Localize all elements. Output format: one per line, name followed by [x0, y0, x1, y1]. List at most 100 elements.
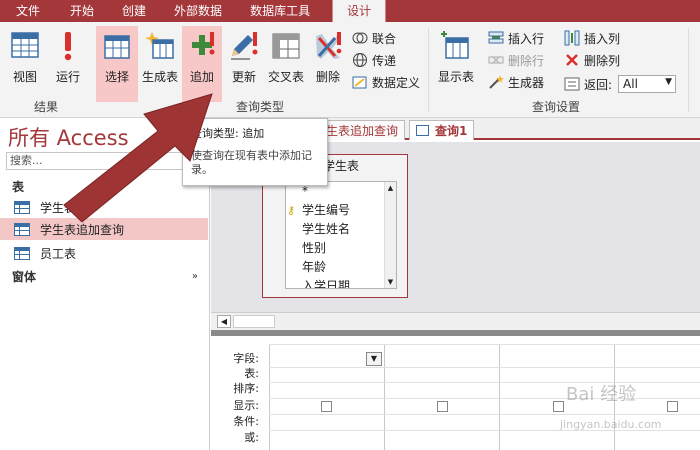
data-definition-button[interactable]: 数据定义 [352, 72, 420, 92]
ribbon: 视图 运行 选择 生成表 追加 更新 交叉表 删除 联合 传递 数据定义 显示表… [0, 22, 700, 118]
union-query-button[interactable]: 联合 [352, 28, 396, 48]
watermark-url: jingyan.baidu.com [560, 418, 662, 431]
field-item[interactable]: 性别 [286, 239, 396, 258]
select-label: 选择 [104, 70, 129, 84]
show-checkbox[interactable] [553, 401, 564, 412]
tab-file[interactable]: 文件 [0, 0, 57, 22]
run-label: 运行 [55, 70, 80, 84]
run-button[interactable]: 运行 [50, 26, 86, 102]
delete-column-button[interactable]: 删除列 [564, 50, 620, 70]
nav-section-forms-label: 窗体 [12, 269, 37, 284]
delete-column-icon [564, 52, 580, 68]
design-horizontal-scrollbar[interactable]: ◀ [211, 312, 700, 330]
doc-tab-label: 查询1 [435, 124, 468, 138]
crosstab-query-button[interactable]: 交叉表 [266, 26, 306, 102]
select-query-button[interactable]: 选择 [96, 26, 138, 102]
nav-item-append-query[interactable]: 学生表追加查询 [0, 218, 208, 240]
nav-item-label: 学生表 [40, 200, 77, 215]
insert-row-icon [488, 30, 504, 46]
builder-label: 生成器 [508, 75, 545, 90]
navigation-pane: 所有 Access 搜索... 表 学生表 学生表追加查询 员工表 窗体 » [0, 118, 210, 450]
return-label: 返回: [584, 77, 613, 92]
exclamation-icon [52, 30, 84, 62]
grid-row-label-or: 或: [244, 431, 259, 444]
update-label: 更新 [231, 70, 256, 84]
ribbon-separator [428, 28, 429, 112]
append-tooltip: 查询类型: 追加 使查询在现有表中添加记录。 [182, 118, 328, 186]
show-checkbox[interactable] [667, 401, 678, 412]
pencil-icon [228, 30, 260, 62]
scroll-thumb[interactable] [233, 315, 275, 328]
grid-row-divider [269, 414, 700, 415]
doc-tab-query1[interactable]: 查询1 [409, 120, 475, 140]
delete-x-icon [312, 30, 344, 62]
nav-section-tables[interactable]: 表 [0, 176, 210, 196]
grid-row-divider [269, 367, 700, 368]
return-value: All [623, 77, 638, 91]
crosstab-label: 交叉表 [267, 70, 304, 84]
data-definition-label: 数据定义 [372, 75, 421, 90]
builder-button[interactable]: 生成器 [488, 72, 544, 92]
delete-row-label: 删除行 [508, 53, 545, 68]
globe-icon [352, 52, 368, 68]
scroll-up-icon[interactable]: ▲ [385, 182, 396, 194]
delete-row-button[interactable]: 删除行 [488, 50, 544, 70]
show-table-button[interactable]: 显示表 [436, 26, 476, 102]
view-label: 视图 [12, 70, 37, 84]
magic-wand-icon [488, 74, 504, 90]
group-label-query-setup: 查询设置 [532, 100, 581, 114]
append-plus-icon [186, 30, 218, 62]
group-label-results: 结果 [34, 100, 59, 114]
insert-column-button[interactable]: 插入列 [564, 28, 620, 48]
insert-row-button[interactable]: 插入行 [488, 28, 544, 48]
show-checkbox[interactable] [321, 401, 332, 412]
delete-query-button[interactable]: 删除 [312, 26, 344, 102]
field-list-scrollbar[interactable]: ▲ ▼ [384, 182, 396, 288]
group-label-query-type: 查询类型 [236, 100, 285, 114]
table-icon [14, 246, 30, 260]
delete-label: 删除 [315, 70, 340, 84]
scroll-left-icon[interactable]: ◀ [217, 315, 231, 328]
field-label: 学生编号 [302, 203, 351, 217]
tab-create[interactable]: 创建 [108, 0, 160, 22]
update-query-button[interactable]: 更新 [226, 26, 262, 102]
nav-search-input[interactable]: 搜索... [6, 152, 204, 170]
tab-design[interactable]: 设计 [332, 0, 387, 22]
passthrough-query-button[interactable]: 传递 [352, 50, 396, 70]
crosstab-icon [270, 30, 302, 62]
field-item[interactable]: 年龄 [286, 258, 396, 277]
union-label: 联合 [372, 31, 397, 46]
tab-home[interactable]: 开始 [56, 0, 108, 22]
append-query-button[interactable]: 追加 [182, 26, 222, 102]
grid-column-divider [499, 344, 500, 450]
return-select[interactable]: All ▼ [618, 75, 677, 93]
nav-section-forms[interactable]: 窗体 » [0, 266, 210, 286]
field-dropdown-arrow-icon[interactable]: ▼ [366, 352, 382, 366]
show-checkbox[interactable] [437, 401, 448, 412]
nav-item-label: 学生表追加查询 [40, 222, 125, 237]
ribbon-separator [688, 28, 689, 112]
insert-column-icon [564, 30, 580, 46]
insert-column-label: 插入列 [584, 31, 621, 46]
scroll-down-icon[interactable]: ▼ [385, 276, 396, 288]
make-table-label: 生成表 [141, 70, 178, 84]
nav-pane-title[interactable]: 所有 Access [8, 122, 129, 152]
nav-item-student-table[interactable]: 学生表 [0, 196, 208, 218]
tab-external-data[interactable]: 外部数据 [160, 0, 236, 22]
make-table-button[interactable]: 生成表 [140, 26, 180, 102]
datasheet-view-icon [9, 30, 41, 62]
delete-row-icon [488, 52, 504, 68]
tab-database-tools[interactable]: 数据库工具 [236, 0, 324, 22]
grid-column-divider [384, 344, 385, 450]
watermark-logo: Bai 经验 [566, 384, 637, 405]
view-button[interactable]: 视图 [6, 26, 44, 102]
field-item-primary-key[interactable]: ⚷ 学生编号 [286, 201, 396, 220]
nav-section-tables-label: 表 [12, 179, 25, 194]
grid-row-label-show: 显示: [233, 399, 259, 412]
field-list: * ⚷ 学生编号 学生姓名 性别 年龄 入学日期 ▲ ▼ [285, 181, 397, 289]
field-item[interactable]: 入学日期 [286, 277, 396, 288]
append-label: 追加 [189, 70, 214, 84]
nav-item-employee-table[interactable]: 员工表 [0, 242, 208, 264]
data-definition-icon [352, 74, 368, 90]
field-item[interactable]: 学生姓名 [286, 220, 396, 239]
